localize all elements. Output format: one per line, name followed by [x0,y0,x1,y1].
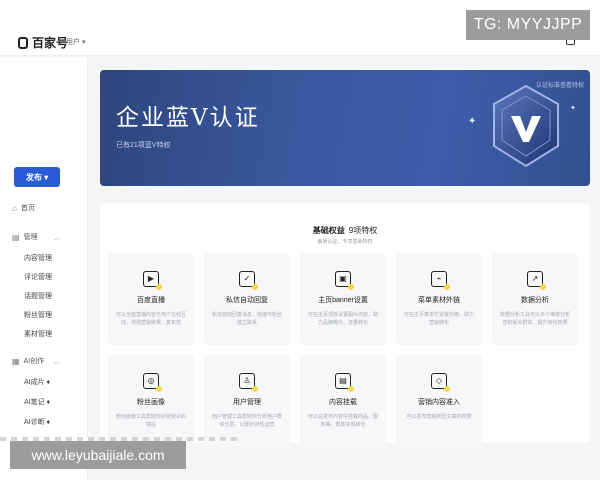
scan-user-icon: ◎ [143,373,162,392]
ai-icon: ▦ [12,356,20,366]
account-menu[interactable]: 用户 ▾ [66,37,85,47]
link-icon: ⌁ [431,271,450,290]
benefit-desc: 可以全面直播内容与用户在线互动，增强营销效果、真实性 [116,312,187,326]
benefit-name: 营销内容准入 [418,399,460,406]
benefit-desc: 可在主页顶部设置图片内容，助力品牌曝光、流量转化 [308,312,379,326]
benefit-card-menu-link[interactable]: ⌁ 菜单素材外链 可在主页菜单栏设置外链，助力营销转化 [396,253,482,345]
live-icon: ▶ [143,271,162,290]
benefits-panel: 基础权益 9项特权 解锁认证，专享基础特权 ▶ 百度直播 可以全面直播内容与用户在… [100,203,590,447]
benefit-card-live[interactable]: ▶ 百度直播 可以全面直播内容与用户在线互动，增强营销效果、真实性 [108,253,194,345]
auto-reply-icon: ✓ [239,271,258,290]
benefit-desc: 用户管理工具帮助你分析用户群体分层，以便针对性运营 [212,414,283,428]
sidebar-item-assets[interactable]: 素材管理 [24,329,52,339]
benefit-name: 用户管理 [233,399,261,406]
benefit-name: 数据分析 [521,297,549,304]
sparkle-icon: ✦ [570,105,576,112]
benefit-card-analytics[interactable]: ↗ 数据分析 数据分析工具可以多个维度分析您的受众群体、提升转化效果 [492,253,578,345]
publish-button[interactable]: 发布 ▾ [14,167,60,187]
app-logo[interactable]: 百家号 [18,34,68,51]
benefit-desc: 数据分析工具可以多个维度分析您的受众群体、提升转化效果 [500,312,571,326]
benefits-title-count: 9项特权 [348,226,378,235]
hero-subtitle: 已有21项蓝V特权 [116,142,171,149]
benefit-desc: 可以发布营销类型文章的权限 [406,414,472,420]
benefit-card-auto-reply[interactable]: ✓ 私信自动回复 私信自动回复消息，快速与粉丝建立联系 [204,253,290,345]
privileges-link[interactable]: 查看特权 [560,80,584,89]
benefits-title-main: 基础权益 [312,226,345,235]
benefit-card-content-mount[interactable]: ▤ 内容挂载 可以在发布内容中挂载商品、服务等，帮助实现转化 [300,355,386,447]
clipboard-icon: ▤ [335,373,354,392]
sidebar-item-topics[interactable]: 话题管理 [24,291,52,301]
sidebar-item-comments[interactable]: 评论管理 [24,272,52,282]
benefit-card-marketing[interactable]: ◇ 营销内容准入 可以发布营销类型文章的权限 [396,355,482,447]
chevron-up-icon: ︿ [54,235,61,242]
logo-icon [18,36,28,49]
benefit-card-banner[interactable]: ▣ 主页banner设置 可在主页顶部设置图片内容，助力品牌曝光、流量转化 [300,253,386,345]
benefits-subtitle: 解锁认证，专享基础特权 [317,239,373,245]
benefit-name: 菜单素材外链 [418,297,460,304]
benefit-desc: 可以在发布内容中挂载商品、服务等，帮助实现转化 [308,414,379,428]
benefit-card-fan-profile[interactable]: ◎ 粉丝画像 粉丝画像工具帮助你识别受众的特征 [108,355,194,447]
site-watermark: www.leyubaijiale.com [10,441,186,469]
benefit-name: 百度直播 [137,297,165,304]
sidebar-item-home[interactable]: ⌂ 首页 [12,203,35,213]
sidebar-item-ai-notes[interactable]: AI笔记 ♦ [24,397,50,407]
logo-text: 百家号 [32,36,69,50]
box-icon: ◇ [431,373,450,392]
blue-v-badge-icon [493,84,559,168]
sidebar-group-label: 管理 [23,234,38,241]
sidebar-group-manage[interactable]: ▤ 管理 ︿ [12,232,60,242]
benefit-desc: 私信自动回复消息，快速与粉丝建立联系 [212,312,283,326]
benefit-name: 内容挂载 [329,399,357,406]
tg-watermark: TG: MYYJJPP [466,10,590,40]
sparkle-icon: ✦ [468,116,477,127]
benefit-name: 主页banner设置 [318,297,368,304]
home-icon: ⌂ [12,203,17,213]
sidebar-item-label: 首页 [20,205,35,212]
sidebar-item-ai-video[interactable]: AI成片 ♦ [24,377,50,387]
document-icon: ▤ [12,232,20,242]
image-icon: ▣ [335,271,354,290]
sidebar-item-content[interactable]: 内容管理 [24,253,52,263]
hero-title: 企业蓝V认证 [116,105,260,131]
user-icon: ♙ [239,373,258,392]
benefit-card-user-manage[interactable]: ♙ 用户管理 用户管理工具帮助你分析用户群体分层，以便针对性运营 [204,355,290,447]
chevron-up-icon: ︿ [54,359,61,366]
sidebar-item-ai-diagnose[interactable]: AI诊断 ♦ [24,417,50,427]
benefit-name: 粉丝画像 [137,399,165,406]
sidebar-item-fans[interactable]: 粉丝管理 [24,310,52,320]
sidebar: 发布 ▾ ⌂ 首页 ▤ 管理 ︿ 内容管理 评论管理 话题管理 粉丝管理 素材管… [0,57,88,480]
sidebar-group-ai[interactable]: ▦ AI创作 ︿ [12,356,60,366]
sidebar-group-label: AI创作 [23,358,45,365]
benefit-desc: 可在主页菜单栏设置外链，助力营销转化 [404,312,475,326]
chart-icon: ↗ [527,271,546,290]
benefit-desc: 粉丝画像工具帮助你识别受众的特征 [116,414,187,428]
benefits-title: 基础权益 9项特权 [100,225,590,236]
verification-hero-banner: 企业蓝V认证 已有21项蓝V特权 认证标准 查看特权 ✦ ✦ [100,70,590,186]
benefit-name: 私信自动回复 [226,297,268,304]
